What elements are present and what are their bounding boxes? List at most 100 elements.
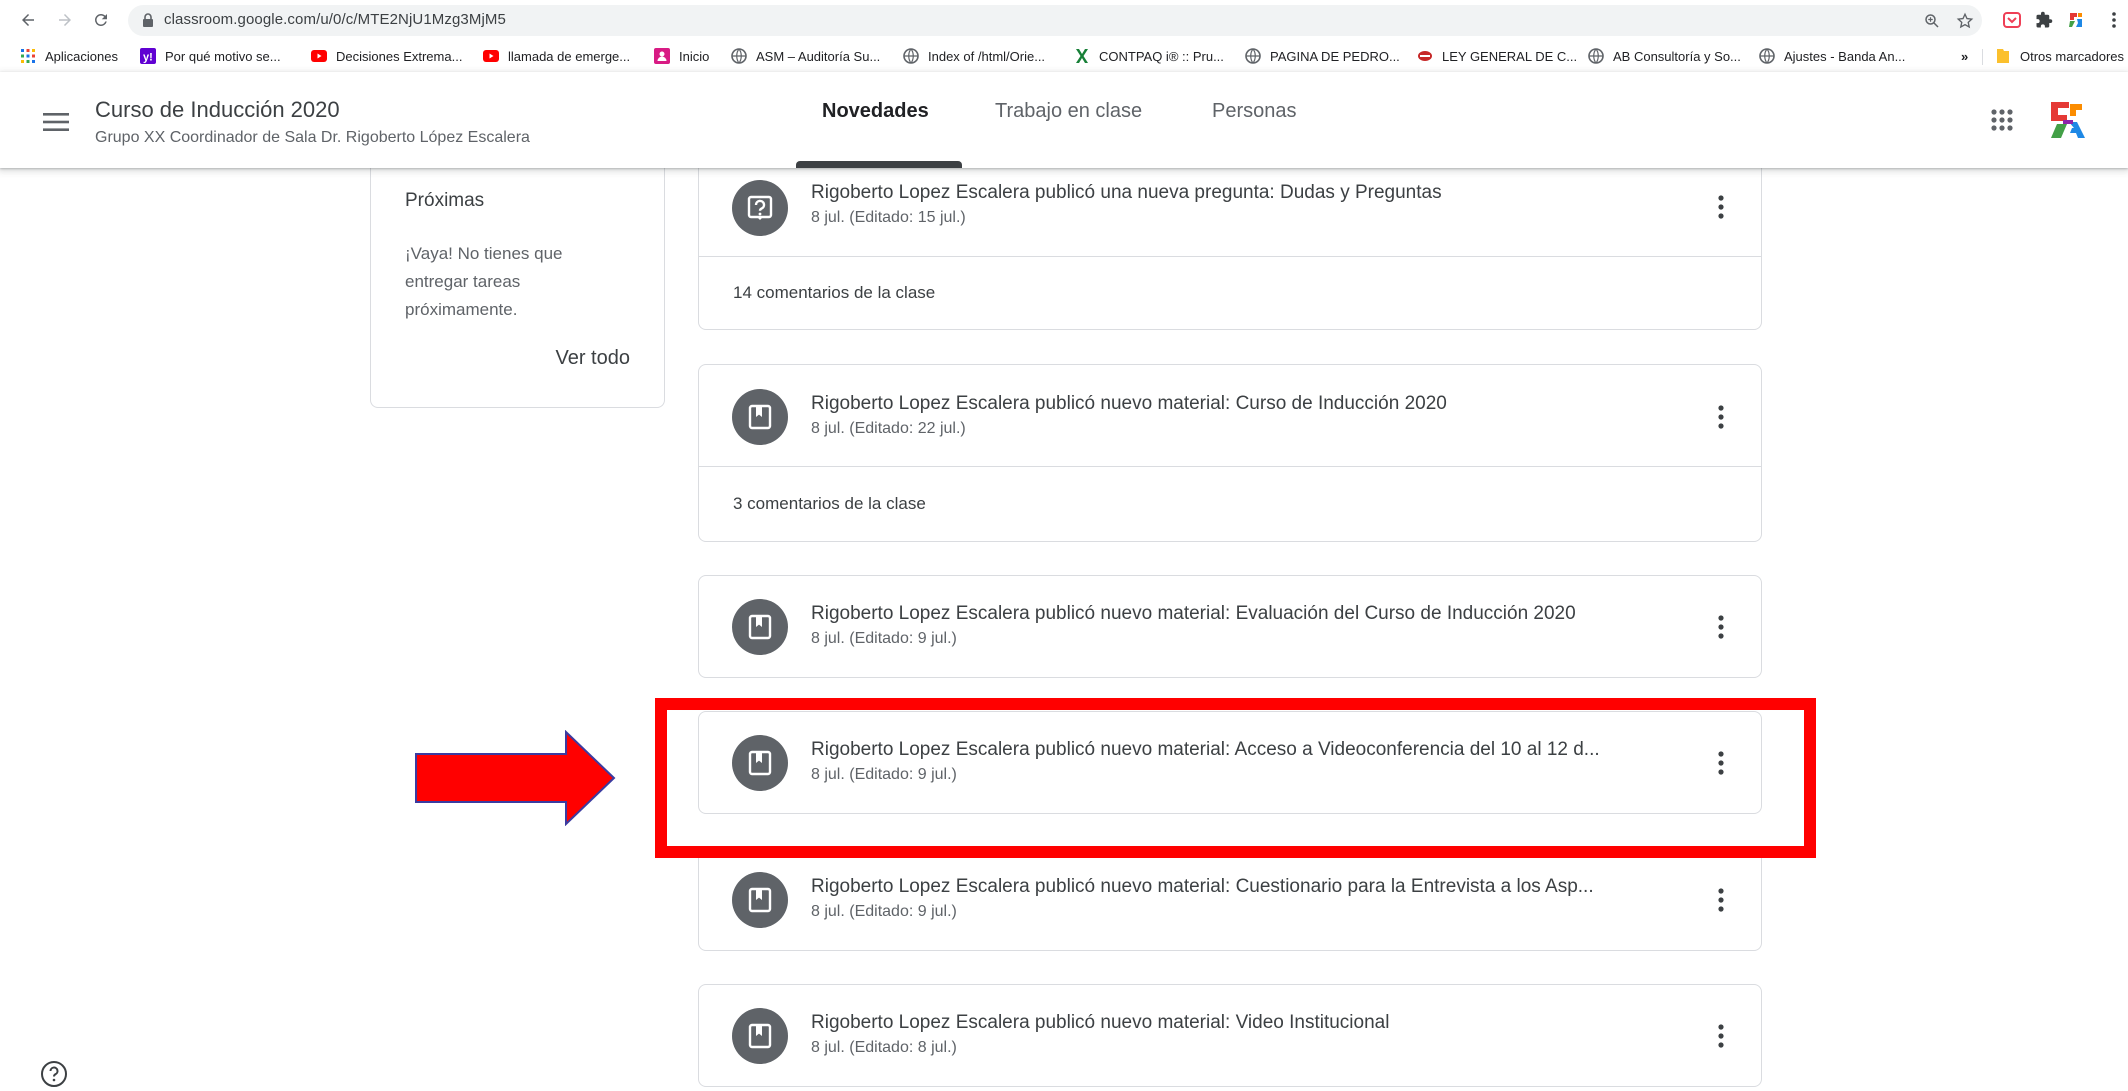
- bookmark-label: Ajustes - Banda An...: [1784, 48, 1906, 64]
- bookmark-label: AB Consultoría y So...: [1613, 48, 1741, 64]
- forward-button[interactable]: [51, 6, 79, 34]
- more-vert-icon: [1718, 405, 1724, 429]
- stream-post[interactable]: Rigoberto Lopez Escalera publicó nuevo m…: [698, 848, 1762, 951]
- yahoo-icon: y!: [140, 48, 156, 64]
- bookmark-label: LEY GENERAL DE C...: [1442, 48, 1578, 64]
- course-subtitle: Grupo XX Coordinador de Sala Dr. Rigober…: [95, 129, 530, 146]
- post-divider: [699, 256, 1761, 257]
- course-title[interactable]: Curso de Inducción 2020: [95, 97, 340, 123]
- bookmark-item[interactable]: AB Consultoría y So...: [1588, 45, 1741, 67]
- post-title: Rigoberto Lopez Escalera publicó nuevo m…: [811, 393, 1447, 414]
- browser-toolbar: classroom.google.com/u/0/c/MTE2NjU1Mzg3M…: [0, 0, 2128, 40]
- tab-novedades[interactable]: Novedades: [822, 100, 929, 140]
- institution-logo-icon: [2051, 102, 2085, 138]
- classroom-header: Curso de Inducción 2020 Grupo XX Coordin…: [0, 72, 2128, 168]
- bookmark-star-icon[interactable]: [1956, 12, 1974, 30]
- lock-icon: [143, 13, 153, 27]
- browser-menu-icon[interactable]: [2106, 8, 2122, 32]
- upcoming-card: Próximas ¡Vaya! No tienes que entregar t…: [370, 160, 665, 408]
- class-comments-link[interactable]: 3 comentarios de la clase: [733, 494, 926, 514]
- youtube-icon: [483, 48, 499, 64]
- bookmark-item[interactable]: PAGINA DE PEDRO...: [1245, 45, 1400, 67]
- bookmark-label: Inicio: [679, 48, 710, 64]
- hamburger-icon: [43, 113, 69, 131]
- globe-icon: [1245, 48, 1261, 64]
- bookmark-item[interactable]: Ajustes - Banda An...: [1759, 45, 1905, 67]
- globe-icon: [731, 48, 747, 64]
- material-book-icon: [732, 599, 788, 655]
- other-bookmarks-folder[interactable]: Otros marcadores: [1995, 45, 2124, 67]
- profile-card-icon: [654, 48, 670, 64]
- post-title: Rigoberto Lopez Escalera publicó una nue…: [811, 182, 1442, 203]
- globe-icon: [1759, 48, 1775, 64]
- extensions-puzzle-icon[interactable]: [2032, 8, 2056, 32]
- youtube-icon: [311, 48, 327, 64]
- account-avatar[interactable]: [2043, 96, 2091, 144]
- bookmark-label: ASM – Auditoría Su...: [756, 48, 881, 64]
- bookmark-label: Aplicaciones: [45, 48, 118, 64]
- bookmark-item[interactable]: ASM – Auditoría Su...: [731, 45, 880, 67]
- view-all-link[interactable]: Ver todo: [555, 347, 630, 370]
- tab-trabajo-en-clase[interactable]: Trabajo en clase: [995, 100, 1142, 140]
- post-more-options[interactable]: [1701, 187, 1741, 227]
- bookmark-item[interactable]: Index of /html/Orie...: [903, 45, 1045, 67]
- stream-post[interactable]: Rigoberto Lopez Escalera publicó una nue…: [698, 160, 1762, 330]
- post-date: 8 jul. (Editado: 9 jul.): [811, 903, 957, 920]
- bookmark-label: Index of /html/Orie...: [928, 48, 1046, 64]
- question-icon: [732, 180, 788, 236]
- help-question-icon: [41, 1061, 67, 1087]
- bookmarks-bar: Aplicaciones y! Por qué motivo se... Deci…: [0, 40, 2128, 72]
- help-button[interactable]: [38, 1058, 70, 1090]
- post-more-options[interactable]: [1701, 880, 1741, 920]
- post-more-options[interactable]: [1701, 1016, 1741, 1056]
- reload-icon: [94, 13, 107, 26]
- double-chevron-icon: »: [1961, 48, 1969, 64]
- zoom-icon[interactable]: [1923, 12, 1941, 30]
- main-menu-button[interactable]: [36, 102, 76, 142]
- bookmark-item[interactable]: Aplicaciones: [20, 45, 118, 67]
- folder-icon: [1995, 48, 2011, 64]
- class-comments-link[interactable]: 14 comentarios de la clase: [733, 283, 935, 303]
- stream-post[interactable]: Rigoberto Lopez Escalera publicó nuevo m…: [698, 575, 1762, 678]
- profile-avatar-icon[interactable]: [2064, 8, 2088, 32]
- post-date: 8 jul. (Editado: 8 jul.): [811, 1039, 957, 1056]
- extension-pocket-icon[interactable]: [2000, 8, 2024, 32]
- annotation-highlight-box: [655, 698, 1816, 858]
- seal-icon: [1417, 48, 1433, 64]
- bookmark-label: CONTPAQ i® :: Pru...: [1099, 48, 1224, 64]
- back-button[interactable]: [14, 6, 42, 34]
- more-vert-icon: [1718, 195, 1724, 219]
- stream-post[interactable]: Rigoberto Lopez Escalera publicó nuevo m…: [698, 364, 1762, 542]
- upcoming-empty-text: ¡Vaya! No tienes que entregar tareas pró…: [405, 244, 563, 319]
- apps-grid-icon: [1991, 109, 2013, 131]
- bookmarks-overflow-button[interactable]: »: [1961, 45, 1968, 67]
- bookmark-label: PAGINA DE PEDRO...: [1270, 48, 1400, 64]
- post-more-options[interactable]: [1701, 397, 1741, 437]
- post-title: Rigoberto Lopez Escalera publicó nuevo m…: [811, 876, 1594, 897]
- bookmark-item[interactable]: Inicio: [654, 45, 709, 67]
- bookmark-label: Otros marcadores: [2020, 48, 2125, 64]
- material-book-icon: [732, 1008, 788, 1064]
- annotation-arrow-icon: [415, 730, 616, 826]
- bookmark-label: Por qué motivo se...: [165, 48, 281, 64]
- globe-icon: [903, 48, 919, 64]
- active-tab-indicator: [796, 161, 962, 168]
- reload-button[interactable]: [87, 6, 115, 34]
- post-more-options[interactable]: [1701, 607, 1741, 647]
- bookmark-item[interactable]: y! Por qué motivo se...: [140, 45, 281, 67]
- bookmark-item[interactable]: LEY GENERAL DE C...: [1417, 45, 1577, 67]
- tab-personas[interactable]: Personas: [1212, 100, 1297, 140]
- post-divider: [699, 466, 1761, 467]
- url-text: classroom.google.com/u/0/c/MTE2NjU1Mzg3M…: [164, 11, 506, 28]
- google-apps-button[interactable]: [1984, 102, 2020, 138]
- omnibox[interactable]: classroom.google.com/u/0/c/MTE2NjU1Mzg3M…: [128, 5, 1982, 36]
- more-vert-icon: [1718, 1024, 1724, 1048]
- arrow-left-icon: [22, 14, 34, 26]
- stream-post[interactable]: Rigoberto Lopez Escalera publicó nuevo m…: [698, 984, 1762, 1087]
- bookmark-item[interactable]: llamada de emerge...: [483, 45, 630, 67]
- bookmark-item[interactable]: Decisiones Extrema...: [311, 45, 462, 67]
- apps-grid-icon: [20, 48, 36, 64]
- excel-x-icon: [1074, 48, 1090, 64]
- bookmark-item[interactable]: CONTPAQ i® :: Pru...: [1074, 45, 1224, 67]
- post-date: 8 jul. (Editado: 22 jul.): [811, 420, 966, 437]
